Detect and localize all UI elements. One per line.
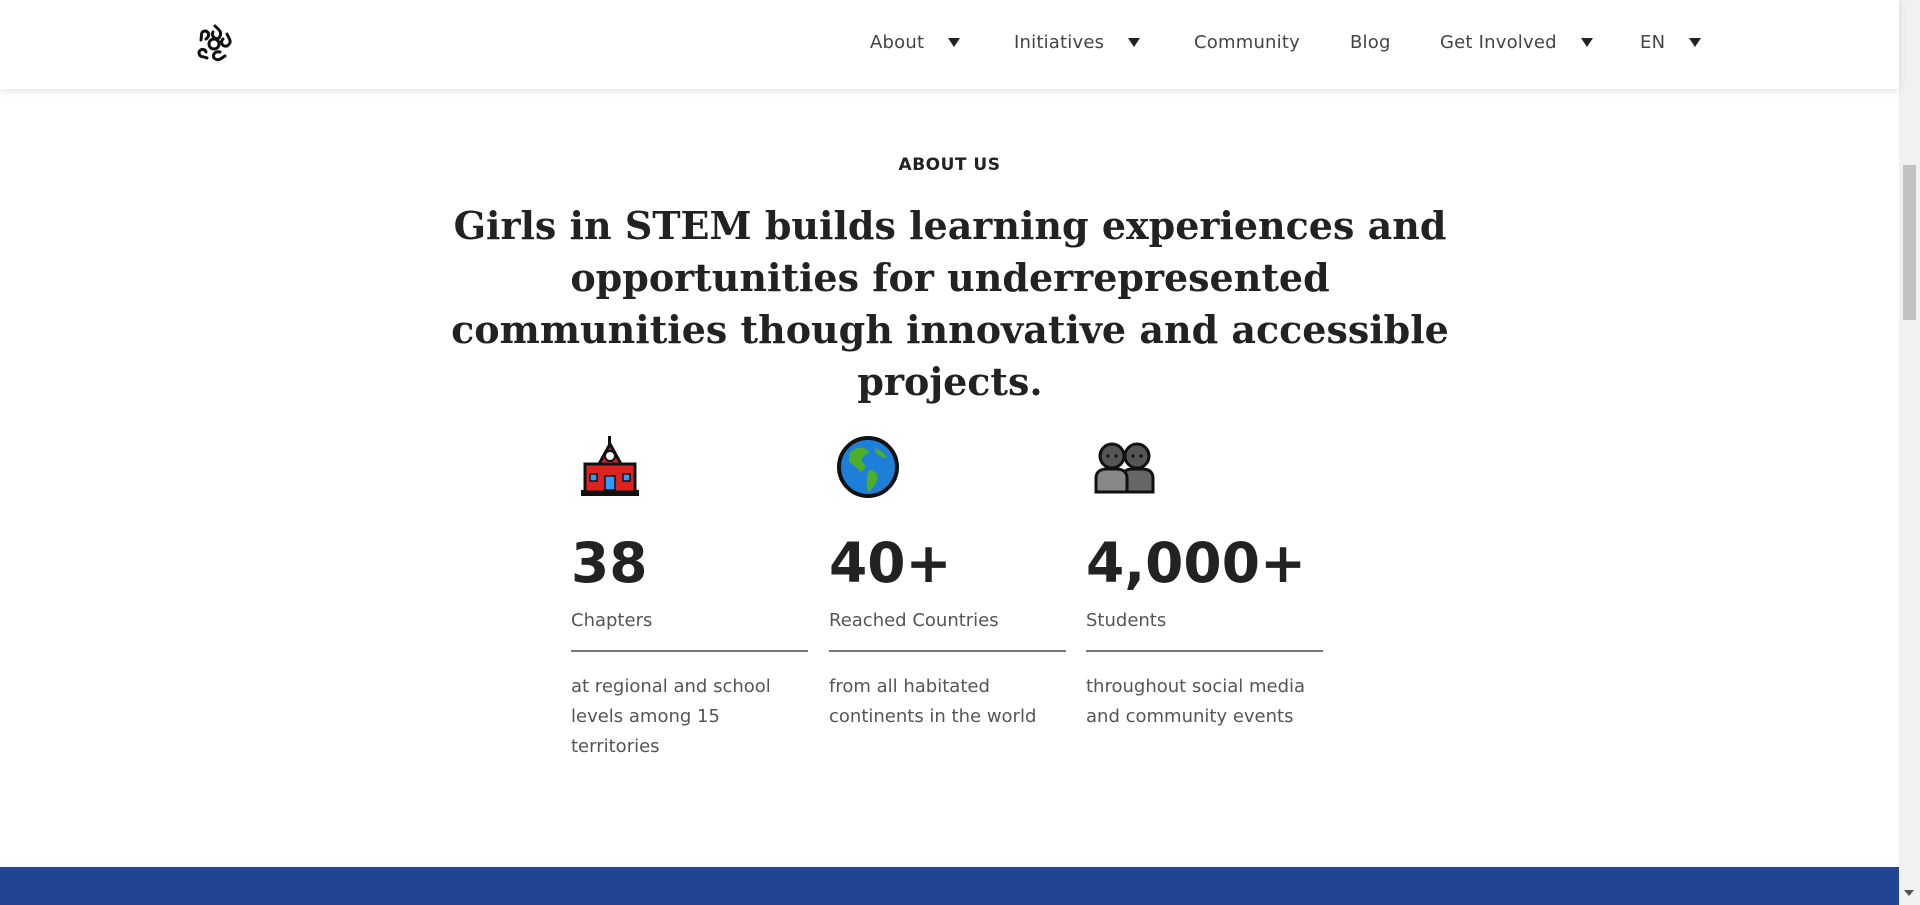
nav-about-label: About [870,31,925,53]
divider [1086,650,1323,652]
about-headline: Girls in STEM builds learning experience… [451,203,1449,404]
chevron-down-icon [1128,37,1141,47]
stat-value: 4,000+ [1086,531,1307,595]
divider [571,650,808,652]
school-icon [581,436,639,496]
stat-label: Reached Countries [829,610,999,631]
stat-description: at regional and school levels among 15 t… [571,676,771,757]
nav-blog-label: Blog [1350,31,1391,53]
stat-label: Chapters [571,610,653,631]
page-scrollbar[interactable] [1899,0,1920,905]
chevron-down-icon [1580,37,1593,47]
scrollbar-thumb[interactable] [1903,165,1916,320]
stat-card-countries: 40+ Reached Countries from all habitated… [829,430,1066,740]
stat-label: Students [1086,610,1167,631]
top-navbar: About Initiatives Community Blog Get Inv… [0,0,1899,89]
stat-value: 38 [571,531,648,595]
nav-get-involved[interactable]: Get Involved [1440,30,1593,54]
stat-card-students: 4,000+ Students throughout social media … [1086,430,1323,740]
flower-logo-icon[interactable] [193,20,238,68]
chevron-down-icon [1689,37,1702,47]
language-selector[interactable]: EN [1640,30,1702,54]
nav-community[interactable]: Community [1194,30,1300,54]
stat-description: throughout social media and community ev… [1086,676,1306,727]
section-eyebrow: ABOUT US [898,155,1001,175]
stat-description: from all habitated continents in the wor… [829,676,1037,727]
stat-value: 40+ [829,531,952,595]
nav-community-label: Community [1194,31,1300,53]
nav-about[interactable]: About [870,30,961,54]
nav-get-involved-label: Get Involved [1440,31,1557,53]
language-label: EN [1640,31,1666,53]
chevron-down-icon [948,37,961,47]
divider [829,650,1066,652]
globe-americas-icon [837,436,899,498]
stat-card-chapters: 38 Chapters at regional and school level… [571,430,808,757]
nav-initiatives[interactable]: Initiatives [1014,30,1141,54]
people-icon [1094,442,1155,494]
nav-initiatives-label: Initiatives [1014,31,1105,53]
scroll-down-arrow-icon[interactable] [1904,890,1914,896]
nav-blog[interactable]: Blog [1350,30,1391,54]
next-section-band [0,867,1899,905]
